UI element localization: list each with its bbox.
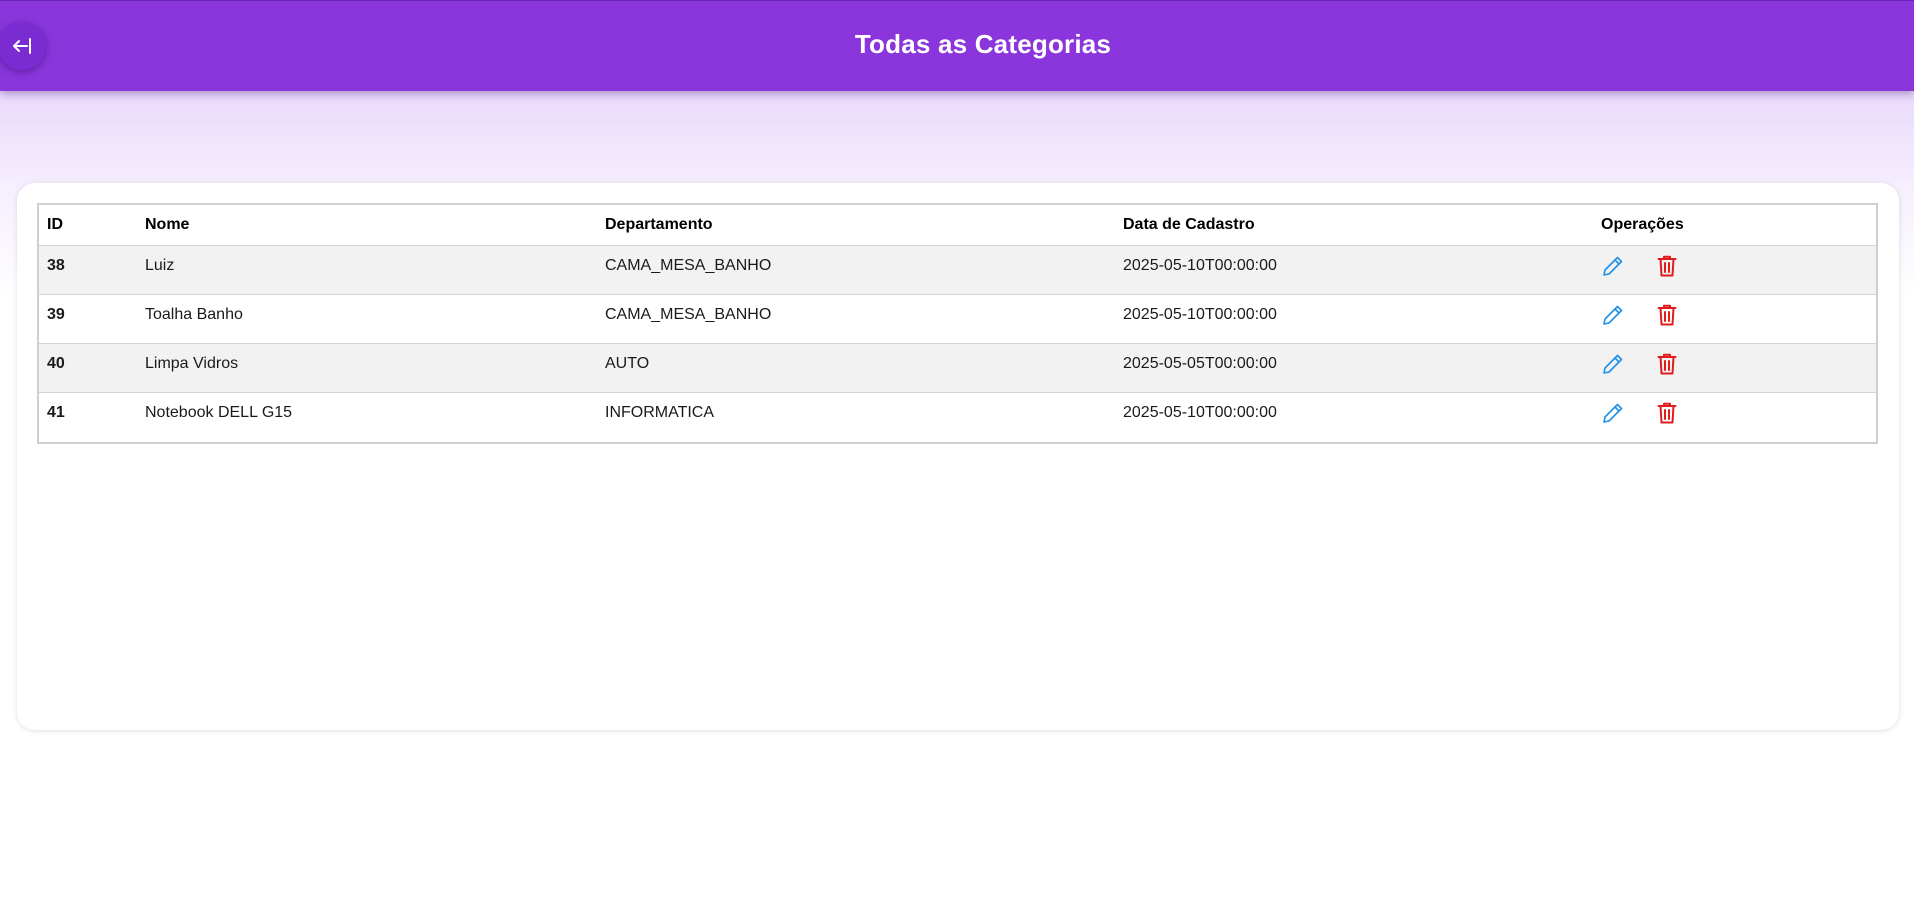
- cell-data-cadastro: 2025-05-10T00:00:00: [1115, 245, 1593, 295]
- cell-nome: Limpa Vidros: [137, 343, 597, 393]
- cell-operacoes: [1593, 294, 1876, 344]
- column-header-nome: Nome: [145, 216, 190, 233]
- cell-operacoes: [1593, 245, 1876, 295]
- cell-id: 40: [39, 343, 137, 393]
- cell-departamento: INFORMATICA: [597, 392, 1115, 442]
- cell-data-cadastro: 2025-05-10T00:00:00: [1115, 294, 1593, 344]
- cell-departamento: CAMA_MESA_BANHO: [597, 294, 1115, 344]
- pencil-icon[interactable]: [1601, 401, 1625, 425]
- pencil-icon[interactable]: [1601, 352, 1625, 376]
- cell-nome: Luiz: [137, 245, 597, 295]
- cell-id: 41: [39, 392, 137, 442]
- categories-table: ID Nome Departamento Data de Cadastro Op…: [39, 205, 1876, 442]
- cell-departamento: CAMA_MESA_BANHO: [597, 245, 1115, 295]
- column-header-departamento: Departamento: [605, 216, 713, 233]
- trash-icon[interactable]: [1655, 303, 1679, 327]
- cell-id: 39: [39, 294, 137, 344]
- column-header-operacoes: Operações: [1601, 216, 1684, 233]
- cell-operacoes: [1593, 343, 1876, 393]
- table-row: 40 Limpa Vidros AUTO 2025-05-05T00:00:00: [39, 343, 1876, 393]
- cell-data-cadastro: 2025-05-05T00:00:00: [1115, 343, 1593, 393]
- cell-nome: Toalha Banho: [137, 294, 597, 344]
- table-row: 38 Luiz CAMA_MESA_BANHO 2025-05-10T00:00…: [39, 245, 1876, 295]
- table-card: ID Nome Departamento Data de Cadastro Op…: [17, 183, 1899, 730]
- cell-nome: Notebook DELL G15: [137, 392, 597, 442]
- cell-operacoes: [1593, 392, 1876, 442]
- cell-id: 38: [39, 245, 137, 295]
- trash-icon[interactable]: [1655, 401, 1679, 425]
- pencil-icon[interactable]: [1601, 303, 1625, 327]
- cell-departamento: AUTO: [597, 343, 1115, 393]
- top-app-bar: Todas as Categorias: [0, 0, 1914, 91]
- trash-icon[interactable]: [1655, 352, 1679, 376]
- table-row: 41 Notebook DELL G15 INFORMATICA 2025-05…: [39, 392, 1876, 442]
- trash-icon[interactable]: [1655, 254, 1679, 278]
- cell-data-cadastro: 2025-05-10T00:00:00: [1115, 392, 1593, 442]
- table-header-row: ID Nome Departamento Data de Cadastro Op…: [39, 205, 1876, 246]
- categories-table-container: ID Nome Departamento Data de Cadastro Op…: [37, 203, 1878, 444]
- page-title: Todas as Categorias: [854, 29, 1112, 59]
- table-row: 39 Toalha Banho CAMA_MESA_BANHO 2025-05-…: [39, 294, 1876, 344]
- pencil-icon[interactable]: [1601, 254, 1625, 278]
- column-header-data-cadastro: Data de Cadastro: [1123, 216, 1255, 233]
- column-header-id: ID: [47, 216, 63, 233]
